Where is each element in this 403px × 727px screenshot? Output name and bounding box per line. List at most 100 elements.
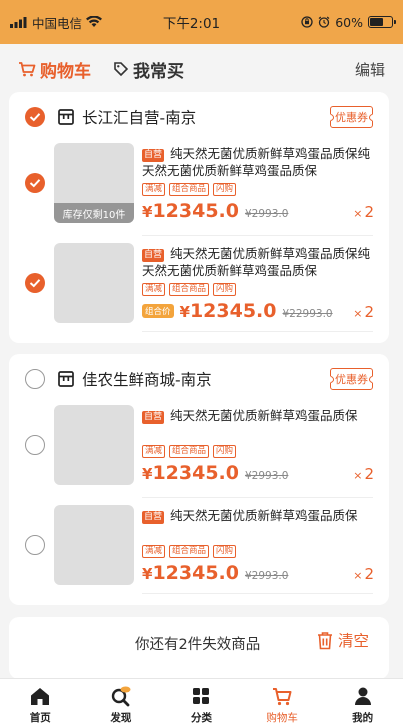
- product-title[interactable]: 自营 纯天然无菌优质新鲜草鸡蛋品质保纯天然无菌优质新鲜草鸡蛋品质保: [142, 145, 374, 179]
- product-title[interactable]: 自营 纯天然无菌优质新鲜草鸡蛋品质保: [142, 407, 374, 424]
- promo-tag: 组合商品: [169, 545, 210, 558]
- category-icon: [193, 688, 210, 704]
- store-card: 长江汇自营-南京 优惠券 库存仅剩10件 自营 纯天然无菌优质新鲜草鸡蛋品质保纯天…: [9, 92, 389, 343]
- item-select-checkbox[interactable]: [25, 435, 45, 455]
- checkmark-icon: [29, 179, 41, 188]
- clear-label: 清空: [337, 632, 369, 650]
- tab-home[interactable]: 首页: [0, 679, 81, 727]
- product-title[interactable]: 自营 纯天然无菌优质新鲜草鸡蛋品质保: [142, 507, 374, 524]
- promo-tag: 闪购: [213, 283, 237, 296]
- self-operated-tag: 自营: [142, 411, 165, 424]
- store-icon: [58, 371, 74, 387]
- tab-cart-label: 购物车: [40, 61, 91, 82]
- product-title-text: 纯天然无菌优质新鲜草鸡蛋品质保: [170, 408, 358, 423]
- lock-rotation-icon: [301, 16, 313, 28]
- promo-tags: 满减 组合商品 闪购: [142, 283, 374, 296]
- price: ¥12345.0: [142, 200, 239, 222]
- store-icon: [58, 109, 74, 125]
- promo-tag: 组合商品: [169, 283, 210, 296]
- item-select-checkbox[interactable]: [25, 173, 45, 193]
- store-name[interactable]: 长江汇自营-南京: [82, 106, 196, 128]
- clock: 下午2:01: [162, 16, 221, 32]
- cart-item: 自营 纯天然无菌优质新鲜草鸡蛋品质保 满减 组合商品 闪购 ¥12345.0 ¥2…: [9, 405, 389, 497]
- tab-discover[interactable]: 发现: [81, 679, 162, 727]
- promo-tag: 满减: [142, 445, 166, 458]
- alarm-icon: [318, 16, 330, 28]
- cart-header: 购物车 我常买 编辑: [0, 44, 403, 94]
- self-operated-tag: 自营: [142, 511, 165, 524]
- tab-home-label: 首页: [29, 712, 51, 724]
- product-title-text: 纯天然无菌优质新鲜草鸡蛋品质保纯天然无菌优质新鲜草鸡蛋品质保: [142, 146, 371, 178]
- discover-icon: [111, 686, 131, 707]
- item-divider: [142, 235, 373, 236]
- quantity[interactable]: × 2: [353, 303, 374, 321]
- store-select-checkbox[interactable]: [25, 107, 45, 127]
- cart-icon: [19, 62, 36, 77]
- cart-item: 库存仅剩10件 自营 纯天然无菌优质新鲜草鸡蛋品质保纯天然无菌优质新鲜草鸡蛋品质保…: [9, 143, 389, 235]
- tab-cart-bottom-label: 购物车: [266, 712, 298, 724]
- quantity[interactable]: × 2: [353, 465, 374, 483]
- item-select-checkbox[interactable]: [25, 535, 45, 555]
- tab-discover-label: 发现: [110, 712, 132, 724]
- cart-item: 自营 纯天然无菌优质新鲜草鸡蛋品质保纯天然无菌优质新鲜草鸡蛋品质保 满减 组合商品…: [9, 243, 389, 335]
- promo-tag: 闪购: [213, 183, 237, 196]
- store-select-checkbox[interactable]: [25, 369, 45, 389]
- group-price-badge: 组合价: [142, 304, 174, 318]
- product-title-text: 纯天然无菌优质新鲜草鸡蛋品质保纯天然无菌优质新鲜草鸡蛋品质保: [142, 246, 371, 278]
- product-title[interactable]: 自营 纯天然无菌优质新鲜草鸡蛋品质保纯天然无菌优质新鲜草鸡蛋品质保: [142, 245, 374, 279]
- original-price: ¥2993.0: [244, 208, 289, 220]
- cart-icon: [273, 688, 292, 706]
- product-image[interactable]: [54, 505, 134, 585]
- quantity[interactable]: × 2: [353, 203, 374, 221]
- product-image[interactable]: [54, 243, 134, 323]
- tab-frequent-label: 我常买: [133, 61, 184, 82]
- price: ¥12345.0: [179, 300, 277, 322]
- tab-profile-label: 我的: [352, 712, 374, 724]
- promo-tag: 满减: [142, 283, 166, 296]
- item-divider: [142, 331, 373, 332]
- coupon-button[interactable]: 优惠券: [330, 368, 373, 390]
- status-bar: 中国电信 下午2:01 60%: [0, 0, 403, 44]
- item-select-checkbox[interactable]: [25, 273, 45, 293]
- self-operated-tag: 自营: [142, 149, 165, 162]
- quantity[interactable]: × 2: [353, 565, 374, 583]
- store-header: 长江汇自营-南京 优惠券: [9, 92, 389, 142]
- home-icon: [31, 688, 50, 705]
- item-divider: [142, 497, 373, 498]
- profile-icon: [354, 687, 371, 705]
- store-header: 佳农生鲜商城-南京 优惠券: [9, 354, 389, 404]
- invalid-items-bar: 你还有2件失效商品 清空: [9, 617, 389, 679]
- price: ¥12345.0: [142, 462, 239, 484]
- price: ¥12345.0: [142, 562, 239, 584]
- tab-category[interactable]: 分类: [161, 679, 242, 727]
- carrier-name: 中国电信: [32, 15, 83, 31]
- edit-button[interactable]: 编辑: [355, 59, 385, 80]
- clear-invalid-button[interactable]: 清空: [316, 629, 369, 651]
- signal-icon: [10, 16, 27, 28]
- coupon-button[interactable]: 优惠券: [330, 106, 373, 128]
- bottom-tab-bar: 首页 发现 分类 购物车 我的: [0, 678, 403, 727]
- original-price: ¥2993.0: [244, 470, 289, 482]
- tag-icon: [114, 62, 129, 77]
- tab-frequent[interactable]: 我常买: [113, 57, 184, 82]
- trash-icon: [317, 631, 332, 649]
- cart-item: 自营 纯天然无菌优质新鲜草鸡蛋品质保 满减 组合商品 闪购 ¥12345.0 ¥2…: [9, 505, 389, 597]
- item-divider: [142, 593, 373, 594]
- tab-category-label: 分类: [190, 712, 212, 724]
- battery-percent: 60%: [335, 14, 363, 30]
- checkmark-icon: [29, 279, 41, 288]
- original-price: ¥22993.0: [282, 308, 333, 320]
- promo-tag: 闪购: [213, 545, 237, 558]
- promo-tag: 组合商品: [169, 183, 210, 196]
- checkmark-icon: [29, 113, 41, 122]
- tab-cart[interactable]: 购物车: [18, 57, 91, 82]
- store-card: 佳农生鲜商城-南京 优惠券 自营 纯天然无菌优质新鲜草鸡蛋品质保 满减 组合商品 …: [9, 354, 389, 605]
- product-title-text: 纯天然无菌优质新鲜草鸡蛋品质保: [170, 508, 358, 523]
- wifi-icon: [86, 16, 103, 27]
- promo-tag: 组合商品: [169, 445, 210, 458]
- tab-profile[interactable]: 我的: [322, 679, 403, 727]
- product-image[interactable]: 库存仅剩10件: [54, 143, 134, 223]
- tab-cart-bottom[interactable]: 购物车: [242, 679, 323, 727]
- store-name[interactable]: 佳农生鲜商城-南京: [82, 368, 212, 390]
- product-image[interactable]: [54, 405, 134, 485]
